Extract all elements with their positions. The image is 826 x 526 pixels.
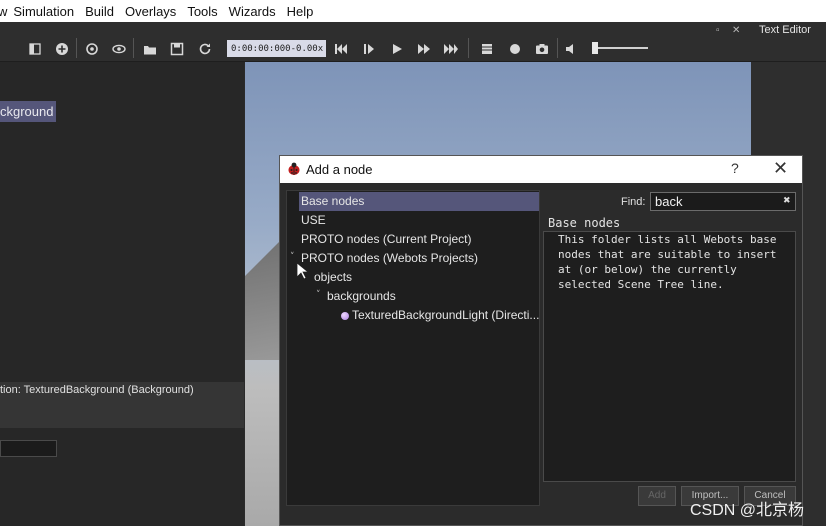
add-node-icon[interactable] (55, 42, 69, 56)
menu-simulation[interactable]: Simulation (13, 4, 74, 19)
simulation-speed: 0.00x (296, 43, 324, 54)
tree-item-use[interactable]: USE (301, 211, 326, 230)
record-icon[interactable] (508, 42, 522, 56)
description-title: Base nodes (548, 216, 621, 230)
menu-help[interactable]: Help (287, 4, 314, 19)
add-button[interactable]: Add (638, 486, 676, 506)
toolbar-separator (468, 38, 469, 58)
tree-item-textured-background-light[interactable]: TexturedBackgroundLight (Directi... (352, 306, 539, 325)
text-editor-title: Text Editor (759, 24, 811, 36)
simulation-time-display: 0:00:00:000 - 0.00x (227, 40, 326, 57)
step-back-icon[interactable] (334, 42, 348, 56)
volume-slider-handle[interactable] (592, 42, 598, 54)
float-panel-icon[interactable]: ▫ (716, 25, 720, 36)
volume-icon[interactable] (565, 42, 579, 56)
menu-overlays[interactable]: Overlays (125, 4, 176, 19)
find-label: Find: (621, 196, 646, 208)
simulation-time: 0:00:00:000 (231, 43, 291, 54)
help-button[interactable]: ? (731, 160, 739, 176)
menu-wizards[interactable]: Wizards (229, 4, 276, 19)
tree-item-proto-current[interactable]: PROTO nodes (Current Project) (301, 230, 472, 249)
volume-slider-track[interactable] (596, 47, 648, 49)
add-node-dialog: Add a node ? ✕ Base nodes USE PROTO node… (279, 155, 803, 526)
fastest-icon[interactable] (444, 42, 458, 56)
screenshot-icon[interactable] (535, 42, 549, 56)
description-text: This folder lists all Webots base nodes … (558, 233, 784, 291)
chevron-down-icon[interactable]: ˅ (316, 290, 321, 300)
save-world-icon[interactable] (170, 42, 184, 56)
reload-icon[interactable] (198, 42, 212, 56)
scene-tree-selected-node[interactable]: ckground (0, 101, 57, 122)
toggle-panel-icon[interactable] (28, 42, 42, 56)
tree-item-proto-webots[interactable]: PROTO nodes (Webots Projects) (301, 249, 478, 268)
close-icon[interactable]: ✕ (773, 158, 788, 179)
open-world-icon[interactable] (143, 42, 157, 56)
tree-item-objects[interactable]: objects (314, 268, 352, 287)
scene-tree-status: tion: TexturedBackground (Background) (0, 384, 194, 396)
watermark: CSDN @北京杨 (690, 502, 805, 519)
menu-tools[interactable]: Tools (187, 4, 217, 19)
chevron-down-icon[interactable]: ˅ (290, 252, 295, 262)
field-editor-input[interactable] (0, 440, 57, 457)
visibility-icon[interactable] (112, 42, 126, 56)
menu-bar: w Simulation Build Overlays Tools Wizard… (0, 0, 826, 22)
node-tree: Base nodes USE PROTO nodes (Current Proj… (286, 190, 540, 506)
stop-icon[interactable] (480, 42, 494, 56)
fast-forward-icon[interactable] (417, 42, 431, 56)
reset-view-icon[interactable] (85, 42, 99, 56)
dialog-titlebar: Add a node ? ✕ (280, 156, 802, 183)
webots-ladybug-icon (288, 162, 300, 175)
play-icon[interactable] (390, 42, 404, 56)
menu-build[interactable]: Build (85, 4, 114, 19)
clear-search-icon[interactable]: ✖ (783, 195, 791, 206)
proto-node-icon (341, 312, 349, 320)
toolbar-separator (557, 38, 558, 58)
toolbar-separator (133, 38, 134, 58)
close-panel-icon[interactable]: ✕ (732, 25, 740, 36)
find-input[interactable] (650, 192, 796, 211)
tree-item-base-nodes[interactable]: Base nodes (299, 192, 539, 211)
menu-window[interactable]: w (0, 4, 7, 19)
dialog-title: Add a node (306, 162, 373, 177)
tree-item-backgrounds[interactable]: backgrounds (327, 287, 396, 306)
toolbar-separator (76, 38, 77, 58)
mouse-cursor-icon (296, 262, 310, 280)
step-icon[interactable] (362, 42, 376, 56)
